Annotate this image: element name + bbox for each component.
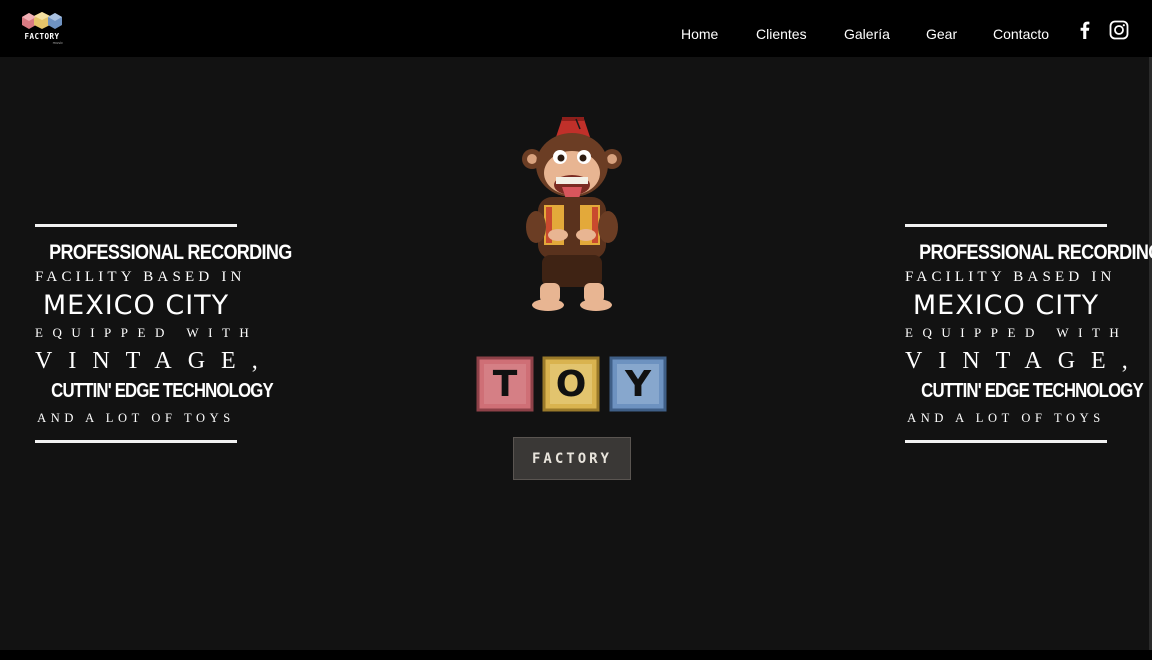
nav-clientes[interactable]: Clientes [756,26,807,42]
toy-blocks-logo: T O Y [476,356,670,414]
toy-block-t: T [476,356,534,412]
tagline-rule-top [905,224,1107,227]
factory-plate: FACTORY [513,437,631,480]
toy-block-y: Y [609,356,667,412]
tagline-line-3: MEXICO CITY [912,290,1100,321]
factory-plate-label: FACTORY [531,450,612,467]
instagram-icon[interactable] [1109,20,1129,40]
nav-home[interactable]: Home [681,26,718,42]
facebook-icon[interactable] [1075,20,1095,40]
tagline-line-4: EQUIPPED WITH [905,325,1129,340]
monkey-toy-image [522,117,622,311]
site-header: FACTORY music Home Clientes Galería Gear… [0,0,1152,57]
nav-contacto[interactable]: Contacto [993,26,1049,42]
tagline-right: PROFESSIONAL RECORDING FACILITY BASED IN… [905,168,1152,443]
block-letter-t: T [492,363,518,405]
block-letter-o: O [555,363,587,405]
tagline-left: PROFESSIONAL RECORDING FACILITY BASED IN… [35,168,292,443]
main-nav: Home Clientes Galería Gear Contacto [0,26,1152,44]
tagline-line-3: MEXICO CITY [42,290,230,321]
tagline-line-2: FACILITY BASED IN [35,269,246,285]
block-letter-y: Y [624,363,652,405]
nav-gear[interactable]: Gear [926,26,957,42]
tagline-line-2: FACILITY BASED IN [905,269,1116,285]
toy-block-o: O [542,356,600,412]
tagline-line-5: VINTAGE, [35,348,274,374]
tagline-line-6: CUTTIN' EDGE TECHNOLOGY [921,380,1144,402]
tagline-line-7: AND A LOT OF TOYS [907,411,1105,425]
tagline-rule-bottom [905,440,1107,443]
tagline-line-7: AND A LOT OF TOYS [37,411,235,425]
tagline-line-5: VINTAGE, [905,348,1144,374]
nav-galeria[interactable]: Galería [844,26,890,42]
tagline-rule-top [35,224,237,227]
tagline-line-1: PROFESSIONAL RECORDING [49,241,292,264]
footer-strip [0,650,1152,660]
tagline-line-6: CUTTIN' EDGE TECHNOLOGY [51,380,274,402]
tagline-line-1: PROFESSIONAL RECORDING [919,241,1152,264]
tagline-rule-bottom [35,440,237,443]
tagline-line-4: EQUIPPED WITH [35,325,259,340]
